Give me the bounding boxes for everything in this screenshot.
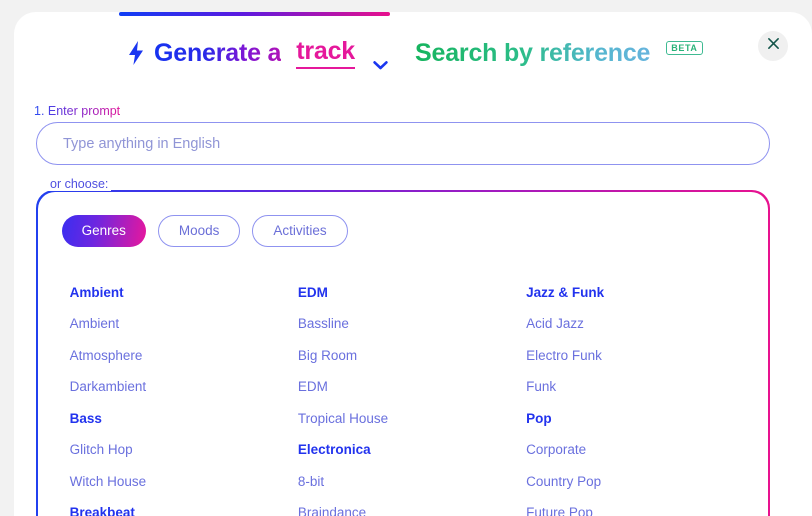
chevron-down-icon[interactable] <box>373 48 388 70</box>
genre-group-heading[interactable]: Electronica <box>298 434 526 466</box>
close-icon <box>767 37 780 55</box>
genre-columns: Ambient Ambient Atmosphere Darkambient B… <box>70 277 755 516</box>
genre-item[interactable]: Glitch Hop <box>70 434 298 466</box>
genre-item[interactable]: Corporate <box>526 434 754 466</box>
tab-generate-prefix: Generate a <box>154 38 282 67</box>
genre-group-heading[interactable]: Bass <box>70 403 298 435</box>
genre-item[interactable]: 8-bit <box>298 466 526 498</box>
category-chip-group: Genres Moods Activities <box>61 214 348 247</box>
tab-search-by-reference[interactable]: Search by reference BETA <box>415 38 703 68</box>
lightning-bolt-icon <box>127 40 145 66</box>
genre-item[interactable]: Future Pop <box>526 497 754 516</box>
chip-activities[interactable]: Activities <box>252 214 348 247</box>
prompt-input[interactable] <box>36 122 770 165</box>
genre-item[interactable]: Funk <box>526 371 754 403</box>
close-button[interactable] <box>758 31 788 61</box>
genre-group-heading[interactable]: Breakbeat <box>70 497 298 516</box>
genre-item[interactable]: Atmosphere <box>70 340 298 372</box>
genre-column: Ambient Ambient Atmosphere Darkambient B… <box>70 277 298 516</box>
chooser-panel-inner: Genres Moods Activities Ambient Ambient … <box>37 191 769 516</box>
genre-item[interactable]: EDM <box>298 371 526 403</box>
active-tab-indicator <box>119 12 390 16</box>
tab-bar: Generate a track Search by reference BET… <box>14 30 812 76</box>
generate-track-modal: Generate a track Search by reference BET… <box>14 12 812 516</box>
genre-item[interactable]: Bassline <box>298 308 526 340</box>
genre-group-heading[interactable]: Jazz & Funk <box>526 277 754 309</box>
genre-column: Jazz & Funk Acid Jazz Electro Funk Funk … <box>526 277 754 516</box>
chip-genres[interactable]: Genres <box>61 214 146 247</box>
genre-group-heading[interactable]: Ambient <box>70 277 298 309</box>
genre-item[interactable]: Ambient <box>70 308 298 340</box>
genre-item[interactable]: Electro Funk <box>526 340 754 372</box>
genre-item[interactable]: Country Pop <box>526 466 754 498</box>
genre-column: EDM Bassline Big Room EDM Tropical House… <box>298 277 526 516</box>
tab-generate-a-track[interactable]: Generate a track <box>127 37 388 70</box>
tab-generate-highlight[interactable]: track <box>296 37 355 69</box>
genre-item[interactable]: Big Room <box>298 340 526 372</box>
or-choose-label: or choose: <box>47 177 112 191</box>
chooser-panel: Genres Moods Activities Ambient Ambient … <box>36 190 770 516</box>
tab-reference-label: Search by reference <box>415 38 651 67</box>
genre-group-heading[interactable]: Pop <box>526 403 754 435</box>
prompt-step-label: 1. Enter prompt <box>34 104 121 118</box>
beta-badge: BETA <box>666 40 703 55</box>
genre-item[interactable]: Witch House <box>70 466 298 498</box>
genre-group-heading[interactable]: EDM <box>298 277 526 309</box>
genre-item[interactable]: Tropical House <box>298 403 526 435</box>
chip-moods[interactable]: Moods <box>157 214 241 247</box>
genre-item[interactable]: Acid Jazz <box>526 308 754 340</box>
app-root: Generate a track Search by reference BET… <box>0 0 812 516</box>
genre-item[interactable]: Darkambient <box>70 371 298 403</box>
genre-item[interactable]: Braindance <box>298 497 526 516</box>
